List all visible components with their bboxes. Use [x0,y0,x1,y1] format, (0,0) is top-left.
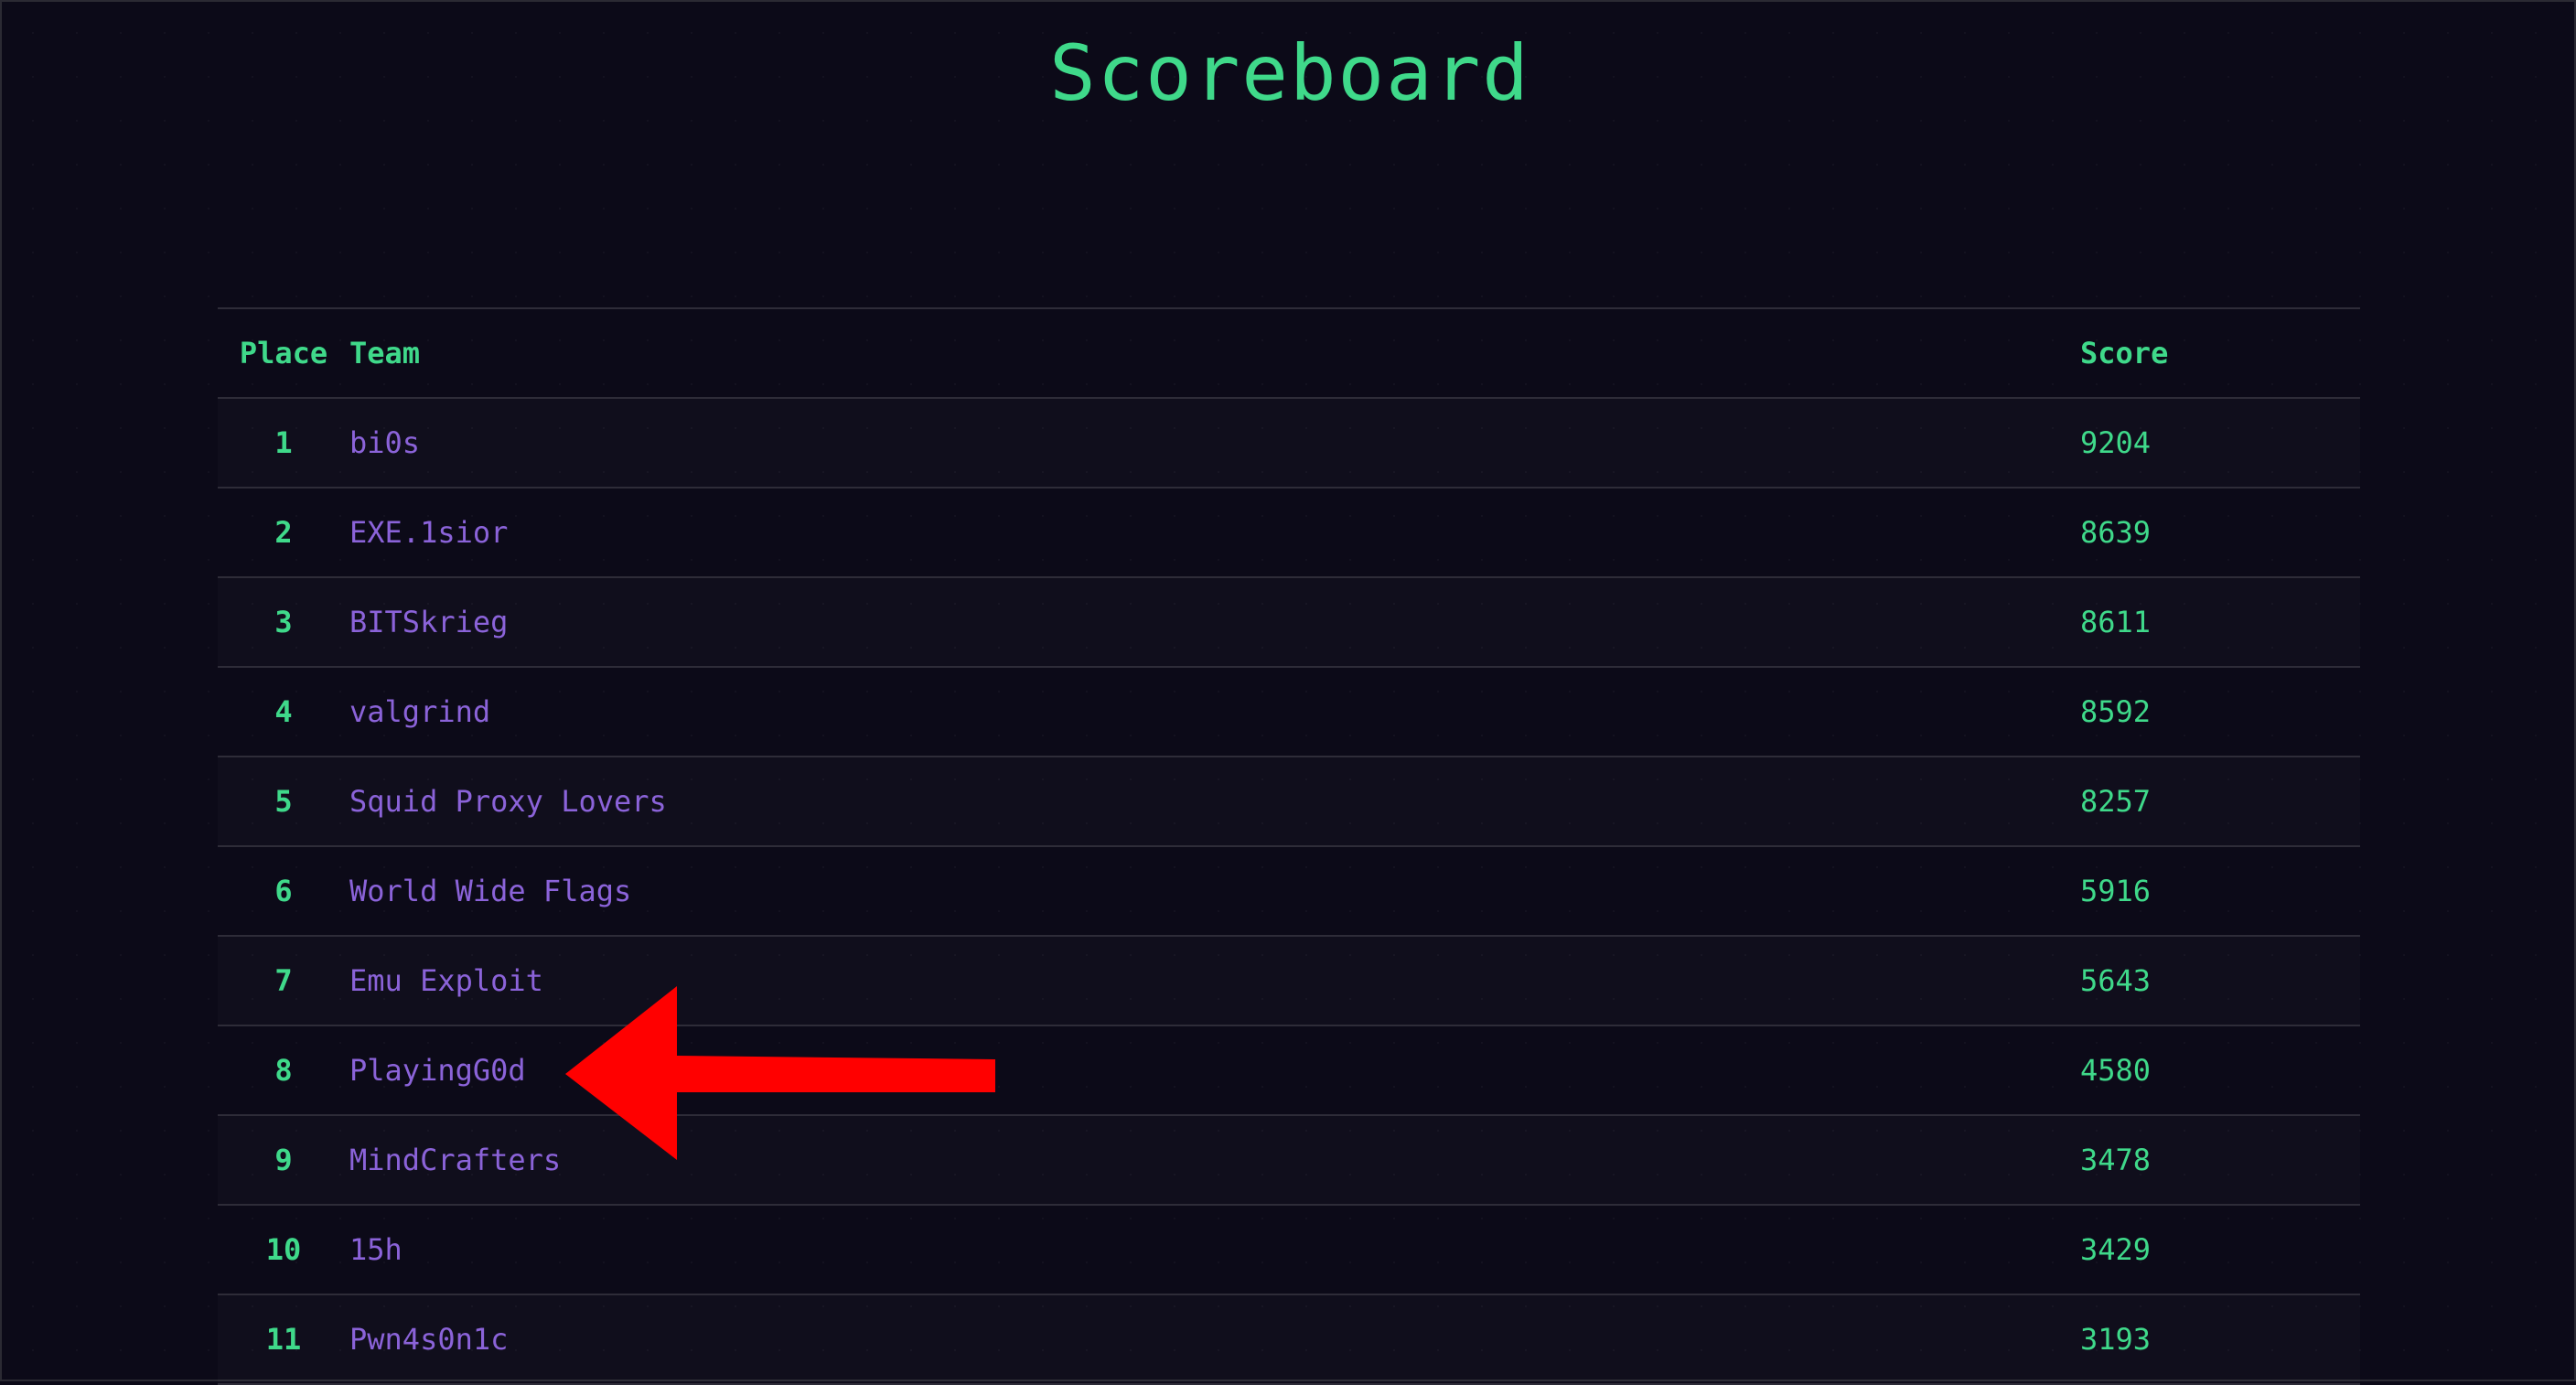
row-team: EXE.1sior [349,488,2080,578]
table-row: 1 bi0s 9204 [218,398,2360,489]
team-link[interactable]: MindCrafters [349,1143,561,1177]
team-link[interactable]: EXE.1sior [349,515,508,550]
row-place: 5 [218,757,349,847]
row-team: Pwn4s0n1c [349,1294,2080,1385]
row-score: 5916 [2080,846,2360,937]
page-title: Scoreboard [1049,28,1530,118]
team-link[interactable]: PlayingG0d [349,1053,526,1088]
table-row: 10 15h 3429 [218,1205,2360,1295]
table-row: 5 Squid Proxy Lovers 8257 [218,757,2360,847]
row-place: 9 [218,1115,349,1206]
team-link[interactable]: bi0s [349,425,420,460]
row-team: BITSkrieg [349,577,2080,668]
row-place: 8 [218,1025,349,1116]
team-link[interactable]: valgrind [349,694,490,729]
team-link[interactable]: Squid Proxy Lovers [349,784,667,819]
scoreboard-page: Scoreboard Place Team Score 1 bi0s 9204 … [0,0,2576,1385]
team-link[interactable]: BITSkrieg [349,605,508,639]
team-link[interactable]: World Wide Flags [349,874,631,908]
row-team: valgrind [349,667,2080,757]
team-link[interactable]: 15h [349,1232,402,1267]
table-row: 6 World Wide Flags 5916 [218,846,2360,937]
row-team: Squid Proxy Lovers [349,757,2080,847]
row-place: 2 [218,488,349,578]
table-row: 11 Pwn4s0n1c 3193 [218,1294,2360,1385]
row-score: 8592 [2080,667,2360,757]
header-place[interactable]: Place [218,308,349,399]
scoreboard-table: Place Team Score 1 bi0s 9204 2 EXE.1sior… [218,307,2360,1385]
team-link[interactable]: Emu Exploit [349,963,543,998]
row-score: 8611 [2080,577,2360,668]
row-score: 8639 [2080,488,2360,578]
row-place: 6 [218,846,349,937]
row-place: 11 [218,1294,349,1385]
row-score: 9204 [2080,398,2360,489]
row-score: 4580 [2080,1025,2360,1116]
row-score: 3429 [2080,1205,2360,1295]
header-team[interactable]: Team [349,308,2080,399]
header-score[interactable]: Score [2080,308,2360,399]
table-row: 7 Emu Exploit 5643 [218,936,2360,1026]
row-score: 5643 [2080,936,2360,1026]
row-place: 3 [218,577,349,668]
row-place: 10 [218,1205,349,1295]
table-row: 9 MindCrafters 3478 [218,1115,2360,1206]
table-row: 4 valgrind 8592 [218,667,2360,757]
table-row: 3 BITSkrieg 8611 [218,577,2360,668]
table-header-row: Place Team Score [218,308,2360,399]
row-place: 4 [218,667,349,757]
row-score: 8257 [2080,757,2360,847]
row-place: 1 [218,398,349,489]
row-place: 7 [218,936,349,1026]
arrow-shape [565,986,995,1160]
row-team: World Wide Flags [349,846,2080,937]
red-arrow-left-icon [565,986,995,1160]
team-link[interactable]: Pwn4s0n1c [349,1322,508,1357]
table-row: 2 EXE.1sior 8639 [218,488,2360,578]
row-score: 3478 [2080,1115,2360,1206]
row-team: bi0s [349,398,2080,489]
row-team: 15h [349,1205,2080,1295]
table-row: 8 PlayingG0d 4580 [218,1025,2360,1116]
row-score: 3193 [2080,1294,2360,1385]
